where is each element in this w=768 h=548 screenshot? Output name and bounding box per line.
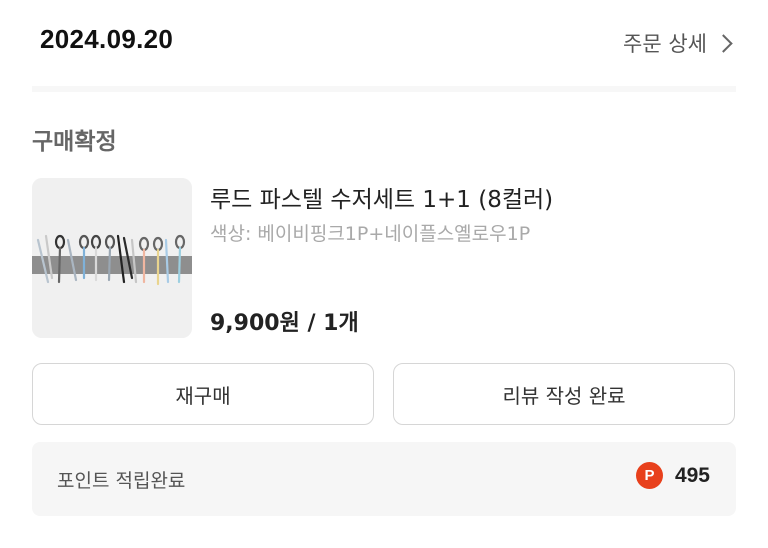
order-status-label: 구매확정 bbox=[32, 129, 117, 155]
review-button[interactable]: 리뷰 작성 완료 bbox=[393, 363, 735, 425]
product-image[interactable] bbox=[32, 178, 192, 338]
chevron-right-icon bbox=[714, 34, 733, 53]
review-button-label: 리뷰 작성 완료 bbox=[502, 383, 626, 408]
rebuy-button-label: 재구매 bbox=[175, 383, 231, 408]
product-price: 9,900원 / 1개 bbox=[210, 311, 359, 336]
product-name[interactable]: 루드 파스텔 수저세트 1+1 (8컬러) bbox=[210, 180, 553, 214]
section-divider bbox=[32, 86, 736, 92]
point-icon: P bbox=[635, 462, 663, 489]
point-label: 포인트 적립완료 bbox=[57, 470, 186, 492]
order-card: 2024.09.20 주문 상세 구매확정 루드 파스텔 수저세트 1+1 (8… bbox=[0, 0, 768, 548]
point-amount: P 495 bbox=[635, 462, 710, 489]
order-detail-label: 주문 상세 bbox=[623, 32, 707, 56]
order-date: 2024.09.20 bbox=[40, 24, 174, 54]
rebuy-button[interactable]: 재구매 bbox=[32, 363, 374, 425]
product-option: 색상: 베이비핑크1P+네이플스옐로우1P bbox=[210, 223, 531, 245]
point-value: 495 bbox=[674, 463, 710, 487]
point-summary: 포인트 적립완료 P 495 bbox=[32, 442, 736, 516]
order-detail-link[interactable]: 주문 상세 bbox=[623, 28, 733, 58]
spoon-set-illustration bbox=[32, 178, 192, 338]
order-header: 2024.09.20 주문 상세 bbox=[0, 0, 768, 84]
